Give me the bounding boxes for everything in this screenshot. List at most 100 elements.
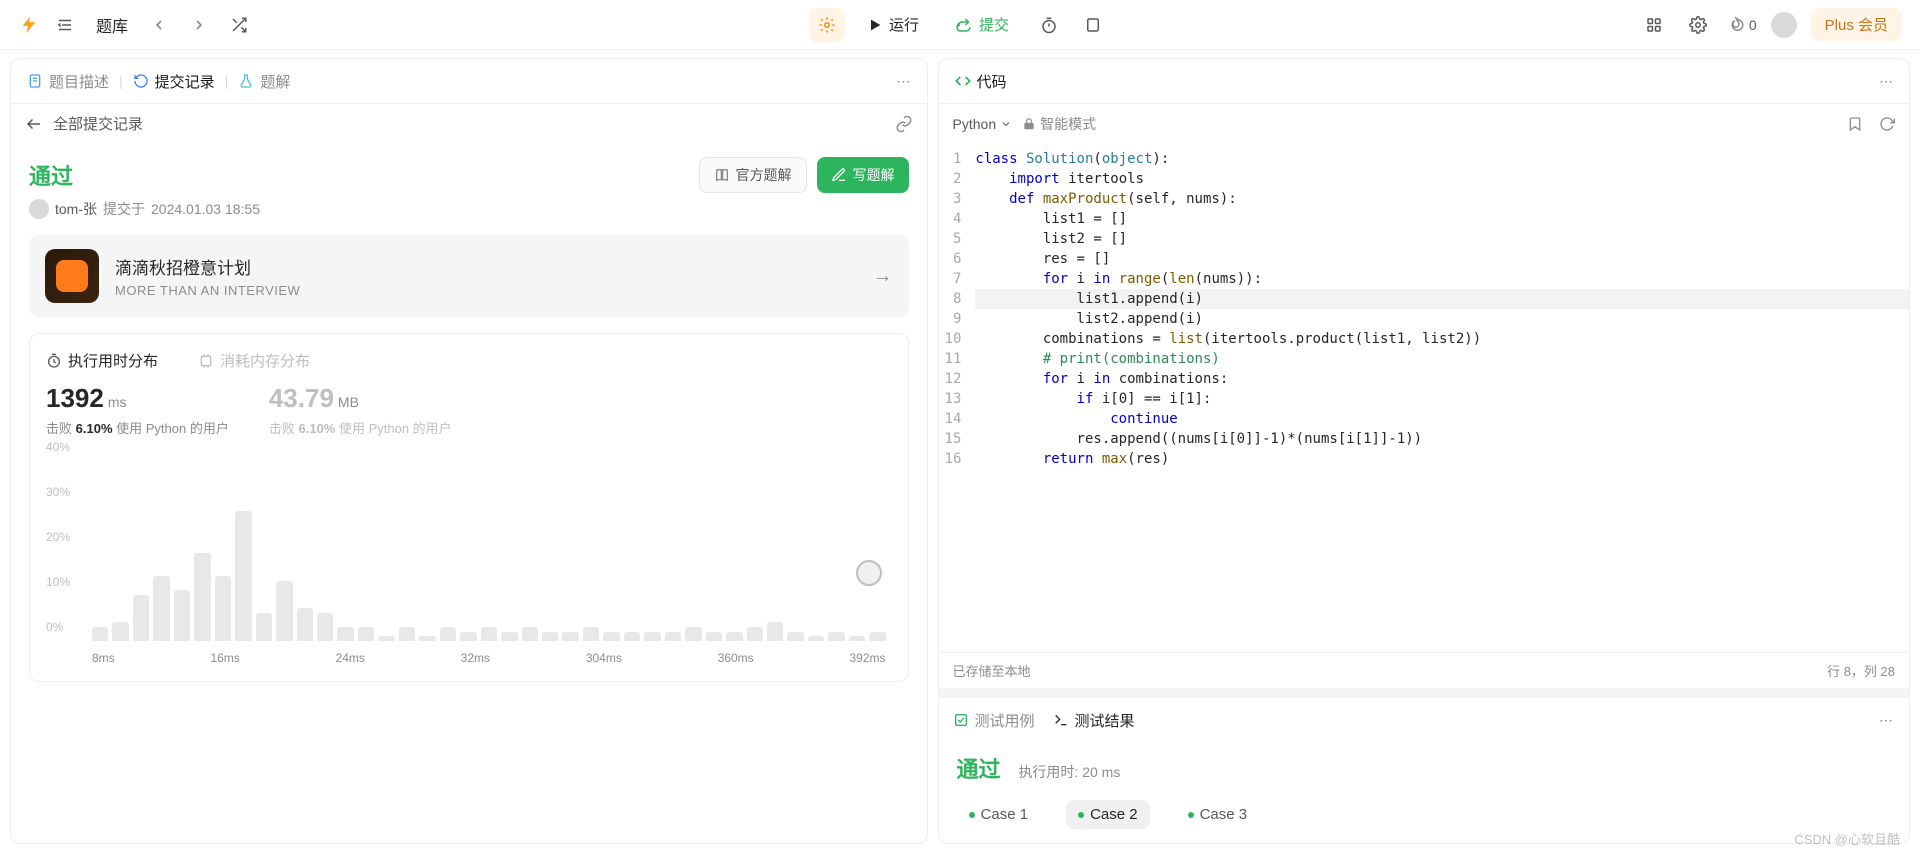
histogram-bar[interactable] — [726, 632, 742, 641]
code-icon — [955, 73, 971, 89]
histogram-bar[interactable] — [624, 632, 640, 641]
tab-results-label: 测试结果 — [1075, 710, 1135, 731]
submit-button[interactable]: 提交 — [941, 8, 1023, 42]
submitted-time: 2024.01.03 18:55 — [151, 201, 260, 217]
submissions-subheader: 全部提交记录 — [11, 103, 927, 143]
official-solution-label: 官方题解 — [736, 165, 792, 185]
stats-tab-memory-label: 消耗内存分布 — [220, 350, 310, 371]
histogram-bar[interactable] — [787, 632, 803, 641]
tab-submissions[interactable]: 提交记录 — [131, 67, 217, 96]
stats-tab-runtime[interactable]: 执行用时分布 — [46, 350, 158, 371]
all-submissions-title: 全部提交记录 — [53, 113, 143, 134]
write-solution-button[interactable]: 写题解 — [817, 157, 909, 193]
histogram-bar[interactable] — [419, 636, 435, 641]
shuffle-icon[interactable] — [224, 9, 254, 41]
prev-problem-icon[interactable] — [144, 9, 174, 41]
histogram-bar[interactable] — [235, 511, 251, 641]
histogram-bar[interactable] — [358, 627, 374, 641]
histogram-bar[interactable] — [194, 553, 210, 641]
histogram-bar[interactable] — [378, 636, 394, 641]
histogram-bar[interactable] — [501, 632, 517, 641]
left-more-icon[interactable]: ⋯ — [897, 73, 913, 90]
x-tick: 392ms — [849, 651, 885, 665]
histogram-bar[interactable] — [522, 627, 538, 641]
histogram-bar[interactable] — [603, 632, 619, 641]
histogram-bar[interactable] — [644, 632, 660, 641]
histogram-bar[interactable] — [706, 632, 722, 641]
histogram-bar[interactable] — [460, 632, 476, 641]
smart-mode[interactable]: 智能模式 — [1022, 114, 1096, 134]
timer-icon[interactable] — [1031, 8, 1067, 42]
histogram-bar[interactable] — [869, 632, 885, 641]
histogram-bar[interactable] — [297, 608, 313, 641]
tab-testcases-label: 测试用例 — [975, 710, 1035, 731]
submitter-name[interactable]: tom-张 — [55, 199, 97, 219]
histogram-bar[interactable] — [317, 613, 333, 641]
link-icon[interactable] — [895, 115, 913, 133]
case-tab[interactable]: Case 3 — [1176, 800, 1260, 829]
histogram-bar[interactable] — [542, 632, 558, 641]
x-tick: 16ms — [210, 651, 239, 665]
tab-submissions-label: 提交记录 — [155, 71, 215, 92]
notes-icon[interactable] — [1075, 8, 1111, 42]
tab-testcases[interactable]: 测试用例 — [953, 710, 1035, 731]
histogram-bar[interactable] — [174, 590, 190, 641]
sidebar-toggle-icon[interactable] — [50, 9, 80, 41]
user-avatar[interactable] — [1771, 12, 1797, 38]
code-more-icon[interactable]: ⋯ — [1879, 73, 1895, 90]
tab-code[interactable]: 代码 — [953, 67, 1009, 96]
histogram-bar[interactable] — [849, 636, 865, 641]
logo-icon[interactable] — [18, 14, 40, 36]
language-label: Python — [953, 116, 997, 132]
bookmark-icon[interactable] — [1847, 116, 1863, 132]
results-more-icon[interactable]: ⋯ — [1879, 712, 1895, 729]
histogram-bar[interactable] — [215, 576, 231, 641]
tab-solutions-label: 题解 — [260, 71, 290, 92]
histogram-bar[interactable] — [399, 627, 415, 641]
apps-icon[interactable] — [1639, 9, 1669, 41]
next-problem-icon[interactable] — [184, 9, 214, 41]
histogram-bar[interactable] — [665, 632, 681, 641]
memory-unit: MB — [338, 394, 359, 410]
histogram-bar[interactable] — [92, 627, 108, 641]
promo-card[interactable]: 滴滴秋招橙意计划 MORE THAN AN INTERVIEW → — [29, 235, 909, 317]
histogram-bar[interactable] — [276, 581, 292, 641]
tab-description[interactable]: 题目描述 — [25, 67, 111, 96]
histogram-bar[interactable] — [133, 595, 149, 642]
histogram-bar[interactable] — [481, 627, 497, 641]
debug-icon[interactable] — [809, 8, 845, 42]
run-button[interactable]: 运行 — [853, 8, 933, 42]
histogram-bar[interactable] — [337, 627, 353, 641]
official-solution-button[interactable]: 官方题解 — [699, 157, 807, 193]
settings-icon[interactable] — [1683, 9, 1713, 41]
case-tab[interactable]: Case 1 — [957, 800, 1041, 829]
language-selector[interactable]: Python — [953, 116, 1013, 132]
histogram-bar[interactable] — [767, 622, 783, 641]
stats-tab-memory[interactable]: 消耗内存分布 — [198, 350, 310, 371]
streak-indicator[interactable]: 0 — [1727, 16, 1757, 34]
histogram-bar[interactable] — [112, 622, 128, 641]
histogram-bar[interactable] — [440, 627, 456, 641]
histogram-bar[interactable] — [828, 632, 844, 641]
histogram-bar[interactable] — [747, 627, 763, 641]
topbar-right: 0 Plus 会员 — [1639, 8, 1902, 41]
histogram-bar[interactable] — [562, 632, 578, 641]
problems-link[interactable]: 题库 — [90, 9, 134, 41]
histogram-bar[interactable] — [685, 627, 701, 641]
top-bar: 题库 运行 提交 0 Plus 会员 — [0, 0, 1920, 50]
back-icon[interactable] — [25, 115, 43, 133]
run-submit-group: 运行 提交 — [809, 8, 1111, 42]
tab-solutions[interactable]: 题解 — [236, 67, 292, 96]
histogram-bar[interactable] — [153, 576, 169, 641]
runtime-stat: 1392ms 击败 6.10% 使用 Python 的用户 — [46, 383, 229, 437]
tab-results[interactable]: 测试结果 — [1053, 710, 1135, 731]
histogram-bar[interactable] — [583, 627, 599, 641]
plus-button[interactable]: Plus 会员 — [1811, 8, 1902, 41]
left-scroll-area[interactable]: 通过 官方题解 写题解 tom-张 提 — [11, 143, 927, 843]
histogram-bar[interactable] — [256, 613, 272, 641]
submitter-info: tom-张 提交于 2024.01.03 18:55 — [29, 199, 909, 219]
reset-icon[interactable] — [1879, 116, 1895, 132]
histogram-bar[interactable] — [808, 636, 824, 641]
code-editor[interactable]: 12345678910111213141516 class Solution(o… — [939, 143, 1909, 652]
case-tab[interactable]: Case 2 — [1066, 800, 1150, 829]
